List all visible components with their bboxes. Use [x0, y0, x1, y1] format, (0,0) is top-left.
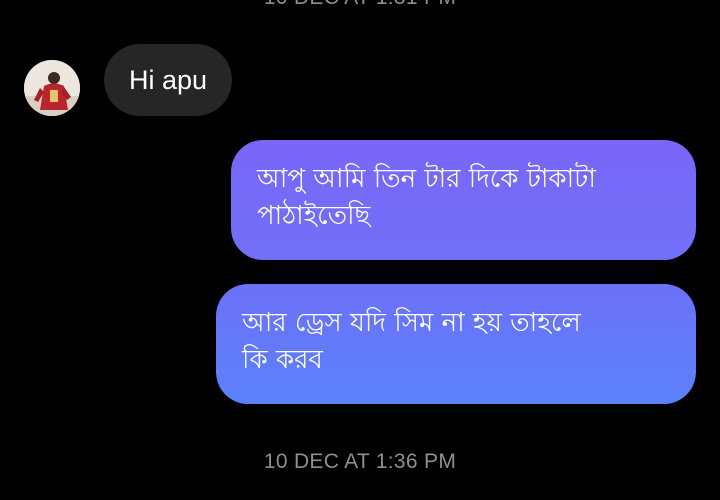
incoming-message-bubble[interactable]: Hi apu	[104, 44, 233, 116]
timestamp-bottom: 10 DEC AT 1:36 PM	[263, 450, 457, 473]
contact-avatar[interactable]	[24, 60, 80, 116]
outgoing-message-bubble[interactable]: আপু আমি তিন টার দিকে টাকাটা পাঠাইতেছি	[231, 140, 696, 260]
outgoing-message-bubble[interactable]: আর ড্রেস যদি সিম না হয় তাহলে কি করব	[216, 284, 696, 404]
message-text-line: আপু আমি তিন টার দিকে টাকাটা	[257, 164, 596, 194]
message-text-line: পাঠাইতেছি	[257, 201, 371, 231]
avatar-image	[24, 60, 80, 116]
timestamp-top: 10 DEC AT 1:31 PM	[0, 0, 720, 10]
message-text-line: কি করব	[242, 345, 323, 375]
message-text: Hi apu	[129, 65, 208, 95]
message-text-line: আর ড্রেস যদি সিম না হয় তাহলে	[242, 308, 581, 338]
